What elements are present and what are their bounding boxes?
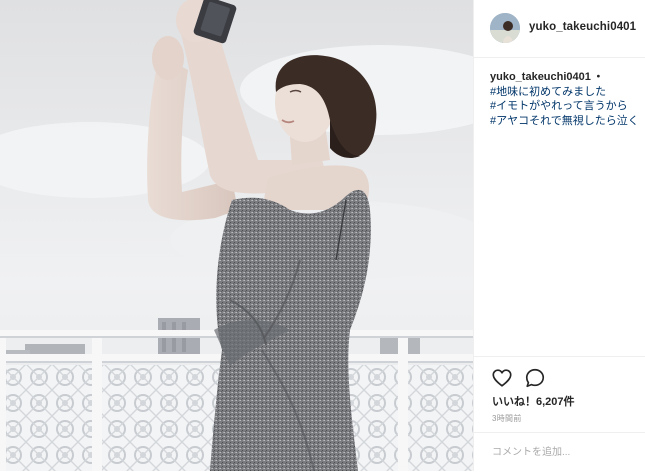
post-photo[interactable] xyxy=(0,0,473,471)
post-timestamp: 3時間前 xyxy=(492,414,522,423)
heart-icon xyxy=(492,369,512,387)
caption-separator: ・ xyxy=(592,71,604,83)
photo-illustration xyxy=(0,0,473,471)
post-side-panel: yuko_takeuchi0401 yuko_takeuchi0401 ・ #地味… xyxy=(473,0,645,471)
comment-form xyxy=(474,432,645,472)
instagram-post: yuko_takeuchi0401 yuko_takeuchi0401 ・ #地味… xyxy=(0,0,645,471)
comment-bubble-icon xyxy=(525,368,545,388)
like-button[interactable] xyxy=(491,367,513,389)
like-count[interactable]: いいね！6,207件 xyxy=(492,393,575,409)
avatar[interactable] xyxy=(490,13,520,43)
comment-button[interactable] xyxy=(524,367,546,389)
post-header: yuko_takeuchi0401 xyxy=(474,0,645,58)
avatar-image-icon xyxy=(490,13,520,43)
comment-input[interactable] xyxy=(490,441,640,463)
caption-username-link[interactable]: yuko_takeuchi0401 xyxy=(490,71,591,83)
hashtag-link[interactable]: #地味に初めてみました xyxy=(490,85,640,100)
hashtag-link[interactable]: #イモトがやれって言うから xyxy=(490,99,640,114)
header-username-link[interactable]: yuko_takeuchi0401 xyxy=(529,21,636,33)
post-caption: yuko_takeuchi0401 ・ #地味に初めてみました #イモトがやれって… xyxy=(490,70,640,128)
hashtag-link[interactable]: #アヤコそれで無視したら泣く xyxy=(490,114,640,129)
post-actions: いいね！6,207件 3時間前 xyxy=(474,356,645,471)
